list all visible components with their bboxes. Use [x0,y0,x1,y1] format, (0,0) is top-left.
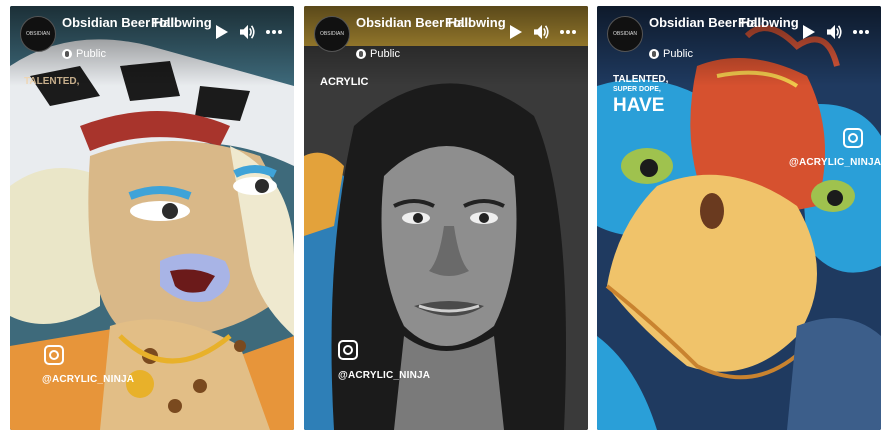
privacy-indicator: Public [62,48,106,60]
volume-icon[interactable] [240,24,256,40]
overlay-text-line-3: HAVE [613,95,665,116]
play-icon[interactable] [214,24,230,40]
page-avatar[interactable]: OBSIDIAN [607,16,643,52]
volume-icon[interactable] [534,24,550,40]
avatar-text: OBSIDIAN [320,31,344,37]
overlay-text: ACRYLIC [320,76,369,88]
instagram-icon [843,128,863,148]
creator-handle: @ACRYLIC_NINJA [338,370,431,381]
privacy-label: Public [76,48,106,60]
instagram-icon [44,345,64,365]
more-options-icon[interactable] [266,24,282,40]
page-avatar[interactable]: OBSIDIAN [314,16,350,52]
play-icon[interactable] [508,24,524,40]
creator-handle: @ACRYLIC_NINJA [42,374,135,385]
video-controls [508,24,576,40]
overlay-text: TALENTED, [24,76,80,87]
privacy-label: Public [663,48,693,60]
volume-icon[interactable] [827,24,843,40]
video-controls [214,24,282,40]
video-post-3[interactable]: OBSIDIAN Obsidian Beer Hall Following Pu… [597,6,881,430]
page-avatar[interactable]: OBSIDIAN [20,16,56,52]
more-options-icon[interactable] [560,24,576,40]
privacy-label: Public [370,48,400,60]
video-post-1[interactable]: OBSIDIAN Obsidian Beer Hall Following Pu… [10,6,294,430]
more-options-icon[interactable] [853,24,869,40]
video-post-2[interactable]: OBSIDIAN Obsidian Beer Hall Following Pu… [304,6,588,430]
video-controls [801,24,869,40]
play-icon[interactable] [801,24,817,40]
instagram-icon [338,340,358,360]
creator-handle: @ACRYLIC_NINJA [789,157,881,168]
avatar-text: OBSIDIAN [613,31,637,37]
avatar-text: OBSIDIAN [26,31,50,37]
following-button[interactable]: Following [151,14,212,31]
privacy-indicator: Public [649,48,693,60]
overlay-text-line-2: SUPER DOPE, [613,86,661,93]
privacy-indicator: Public [356,48,400,60]
globe-icon [62,49,72,59]
globe-icon [356,49,366,59]
following-button[interactable]: Following [738,14,799,31]
globe-icon [649,49,659,59]
following-button[interactable]: Following [445,14,506,31]
overlay-text-line-1: TALENTED, [613,74,669,85]
